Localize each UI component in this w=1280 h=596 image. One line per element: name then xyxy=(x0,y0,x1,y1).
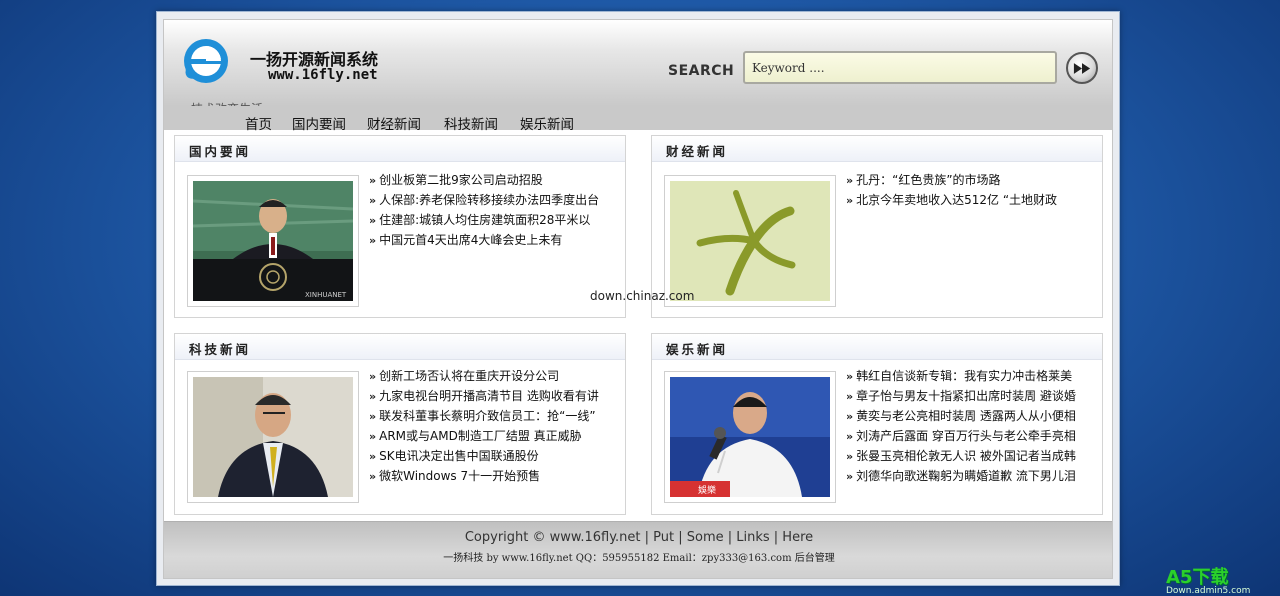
list-item[interactable]: » 人保部:养老保险转移接续办法四季度出台 xyxy=(369,190,609,210)
double-chevron-icon: » xyxy=(369,430,377,443)
list-item[interactable]: » 创业板第二批9家公司启动招股 xyxy=(369,170,609,190)
double-chevron-icon: » xyxy=(846,470,854,483)
list-item[interactable]: » ARM或与AMD制造工厂结盟 真正威胁 xyxy=(369,426,609,446)
panel-title: 娱乐新闻 xyxy=(652,334,1102,360)
nav-item-tech[interactable]: 科技新闻 xyxy=(444,113,498,133)
list-item[interactable]: » 孔丹：“红色贵族”的市场路 xyxy=(846,170,1086,190)
watermark-text: down.chinaz.com xyxy=(590,289,695,303)
panel-title: 科技新闻 xyxy=(175,334,625,360)
list-item[interactable]: » 章子怡与男友十指紧扣出席时装周 避谈婚 xyxy=(846,386,1086,406)
double-chevron-icon: » xyxy=(369,194,377,207)
list-item[interactable]: » 刘德华向歌迷鞠躬为瞒婚道歉 流下男儿泪 xyxy=(846,466,1086,486)
news-thumbnail[interactable] xyxy=(187,371,359,503)
double-chevron-icon: » xyxy=(846,370,854,383)
double-chevron-icon: » xyxy=(846,174,854,187)
double-chevron-icon: » xyxy=(369,214,377,227)
news-thumbnail[interactable] xyxy=(664,175,836,307)
news-thumbnail[interactable]: 娛樂 xyxy=(664,371,836,503)
nav-item-home[interactable]: 首页 xyxy=(245,113,272,133)
header: 一扬开源新闻系统 www.16fly.net 技术改变生活 SEARCH xyxy=(164,20,1112,116)
photo-caption: XINHUANET xyxy=(305,291,347,299)
news-thumbnail[interactable]: XINHUANET xyxy=(187,175,359,307)
double-chevron-icon: » xyxy=(369,390,377,403)
list-item[interactable]: » 中国元首4天出席4大峰会史上未有 xyxy=(369,230,609,250)
news-list: » 创业板第二批9家公司启动招股 » 人保部:养老保险转移接续办法四季度出台 » 住建… xyxy=(369,170,609,250)
un-podium-speaker-photo: XINHUANET xyxy=(193,181,353,301)
list-item[interactable]: » SK电讯决定出售中国联通股份 xyxy=(369,446,609,466)
panel-finance: 财经新闻 » 孔丹：“红色贵族”的市场路 » 北京今年卖地收入达512亿 “土地财政 xyxy=(651,135,1103,318)
list-item[interactable]: » 张曼玉亮相伦敦无人识 被外国记者当成韩 xyxy=(846,446,1086,466)
ie-e-logo-icon[interactable] xyxy=(182,37,230,85)
panel-entertainment: 娱乐新闻 娛樂 » 韩红自信谈新专辑：我有实力冲击格莱美 » 章子怡与男友十指紧… xyxy=(651,333,1103,515)
list-item[interactable]: » 住建部:城镇人均住房建筑面积28平米以 xyxy=(369,210,609,230)
corner-badge-url: Down.admin5.com xyxy=(1166,586,1251,596)
list-item[interactable]: » 联发科董事长蔡明介致信员工：抢“一线” xyxy=(369,406,609,426)
green-starfish-logo xyxy=(670,181,830,301)
nav-item-domestic[interactable]: 国内要闻 xyxy=(292,113,346,133)
double-chevron-icon: » xyxy=(846,410,854,423)
list-item[interactable]: » 韩红自信谈新专辑：我有实力冲击格莱美 xyxy=(846,366,1086,386)
double-chevron-icon: » xyxy=(369,234,377,247)
nav-item-finance[interactable]: 财经新闻 xyxy=(367,113,421,133)
executive-portrait-photo xyxy=(193,377,353,497)
double-chevron-icon: » xyxy=(369,410,377,423)
double-chevron-icon: » xyxy=(369,470,377,483)
site-url: www.16fly.net xyxy=(268,67,378,83)
footer-copyright: Copyright © www.16fly.net | Put | Some |… xyxy=(464,530,814,545)
footer-contact: 一扬科技 by www.16fly.net QQ：595955182 Email… xyxy=(443,553,835,564)
news-list: » 韩红自信谈新专辑：我有实力冲击格莱美 » 章子怡与男友十指紧扣出席时装周 避谈婚… xyxy=(846,366,1086,486)
search-label: SEARCH xyxy=(668,63,735,79)
nav-item-entertainment[interactable]: 娱乐新闻 xyxy=(520,113,574,133)
double-chevron-icon: » xyxy=(369,174,377,187)
search-go-button[interactable] xyxy=(1066,52,1098,84)
list-item[interactable]: » 创新工场否认将在重庆开设分公司 xyxy=(369,366,609,386)
list-item[interactable]: » 刘涛产后露面 穿百万行头与老公牵手亮相 xyxy=(846,426,1086,446)
news-list: » 创新工场否认将在重庆开设分公司 » 九家电视台明开播高清节目 选购收看有讲 » 联… xyxy=(369,366,609,486)
double-chevron-icon: » xyxy=(846,194,854,207)
double-chevron-icon: » xyxy=(369,370,377,383)
footer: Copyright © www.16fly.net | Put | Some |… xyxy=(164,521,1112,578)
singer-with-microphone-photo: 娛樂 xyxy=(670,377,830,497)
list-item[interactable]: » 微软Windows 7十一开始预售 xyxy=(369,466,609,486)
search-input[interactable] xyxy=(743,51,1057,84)
photo-caption: 娛樂 xyxy=(698,484,716,496)
fast-forward-icon xyxy=(1073,62,1091,74)
list-item[interactable]: » 北京今年卖地收入达512亿 “土地财政 xyxy=(846,190,1086,210)
corner-badge: A5下载 Down.admin5.com xyxy=(1166,563,1250,596)
panel-domestic: 国内要闻 XINHUANET » 创业板第二批9家公司启动招股 » 人保部:养老… xyxy=(174,135,626,318)
double-chevron-icon: » xyxy=(369,450,377,463)
panel-title: 财经新闻 xyxy=(652,136,1102,162)
panel-tech: 科技新闻 » 创新工场否认将在重庆开设分公司 » 九家电视台明开播高清节目 选购收看… xyxy=(174,333,626,515)
news-list: » 孔丹：“红色贵族”的市场路 » 北京今年卖地收入达512亿 “土地财政 xyxy=(846,170,1086,210)
panel-title: 国内要闻 xyxy=(175,136,625,162)
double-chevron-icon: » xyxy=(846,450,854,463)
corner-badge-brand: A5下载 xyxy=(1166,567,1229,588)
double-chevron-icon: » xyxy=(846,390,854,403)
main-nav: 首页 国内要闻 财经新闻 科技新闻 娱乐新闻 xyxy=(164,106,1112,133)
double-chevron-icon: » xyxy=(846,430,854,443)
list-item[interactable]: » 黄奕与老公亮相时装周 透露两人从小便相 xyxy=(846,406,1086,426)
list-item[interactable]: » 九家电视台明开播高清节目 选购收看有讲 xyxy=(369,386,609,406)
